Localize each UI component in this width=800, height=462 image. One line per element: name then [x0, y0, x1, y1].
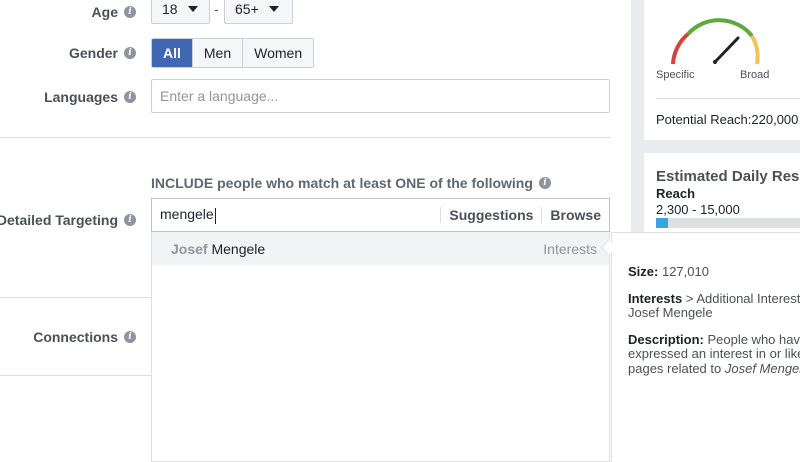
reach-bar-track [656, 218, 800, 228]
detailed-targeting-label: Detailed Targeting i [0, 212, 136, 228]
reach-bar-fill [656, 218, 668, 228]
info-icon[interactable]: i [124, 214, 136, 226]
gender-option-women[interactable]: Women [243, 39, 314, 67]
gender-segmented-control: All Men Women [151, 38, 315, 68]
path-line: Interests > Additional Interests > [628, 291, 800, 306]
gauge-broad-label: Broad [740, 69, 770, 81]
caret-down-icon [268, 6, 279, 12]
targeting-search-input[interactable]: mengele [152, 206, 440, 224]
include-instructions: INCLUDE people who match at least ONE of… [151, 175, 551, 191]
gauge-needle [713, 36, 740, 64]
divider [0, 375, 151, 376]
divider [656, 98, 800, 99]
age-separator: - [214, 1, 219, 17]
divider [0, 137, 611, 138]
info-icon[interactable]: i [124, 47, 136, 59]
languages-label: Languages i [44, 89, 136, 105]
divider [0, 297, 151, 298]
detailed-targeting-search[interactable]: mengele Suggestions Browse [151, 198, 610, 232]
size-line: Size: 127,010 [628, 264, 709, 279]
gauge-specific-label: Specific [656, 69, 695, 81]
info-icon[interactable]: i [124, 6, 136, 18]
audience-gauge [671, 18, 760, 65]
browse-button[interactable]: Browse [541, 207, 609, 223]
connections-label: Connections i [33, 329, 136, 345]
estimated-daily-results-title: Estimated Daily Results [656, 168, 800, 185]
text-cursor [214, 207, 216, 224]
potential-reach: Potential Reach:220,000 [656, 112, 799, 127]
language-input[interactable]: Enter a language... [151, 79, 610, 113]
reach-label: Reach [656, 186, 696, 201]
suggestion-category: Interests [543, 240, 597, 257]
reach-range: 2,300 - 15,000 [656, 202, 740, 217]
info-icon[interactable]: i [538, 177, 551, 189]
gender-label: Gender i [69, 45, 136, 61]
age-min-select[interactable]: 18 [151, 0, 210, 24]
suggestion-row[interactable]: Josef Mengele Interests [152, 232, 609, 265]
description-line-1: Description: People who have [628, 332, 800, 347]
gender-option-all[interactable]: All [152, 39, 193, 67]
targeting-suggestions-dropdown: Josef Mengele Interests [151, 232, 610, 462]
info-icon[interactable]: i [124, 91, 136, 103]
gender-option-men[interactable]: Men [192, 39, 244, 67]
path-line-2: Josef Mengele [628, 305, 713, 320]
age-label: Age i [92, 4, 136, 20]
description-line-3: pages related to Josef Mengele [628, 361, 800, 376]
age-max-select[interactable]: 65+ [224, 0, 293, 24]
info-icon[interactable]: i [124, 331, 136, 343]
caret-down-icon [187, 6, 198, 12]
suggestions-button[interactable]: Suggestions [440, 207, 541, 223]
description-line-2: expressed an interest in or like [628, 346, 800, 361]
